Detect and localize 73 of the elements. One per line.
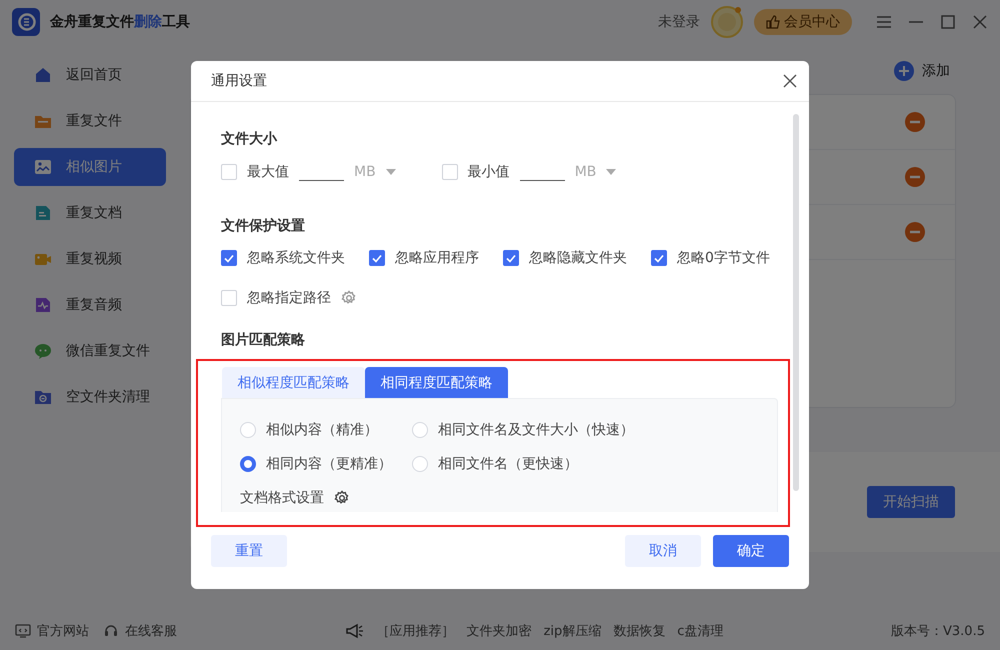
unit-text: MB <box>354 164 376 180</box>
version-text: 版本号：V3.0.5 <box>891 623 985 640</box>
sidebar-item[interactable]: 重复音频 <box>14 286 166 324</box>
option-label: 相同文件名（更快速） <box>438 455 578 473</box>
limit-label: 最大值 <box>247 162 289 180</box>
document-icon <box>34 204 52 222</box>
sidebar-item[interactable]: 重复文档 <box>14 194 166 232</box>
reset-button[interactable]: 重置 <box>211 534 287 566</box>
option-label: 忽略0字节文件 <box>677 249 770 267</box>
option-label: 忽略系统文件夹 <box>247 249 345 267</box>
strategy-tab[interactable]: 相同程度匹配策略 <box>365 367 508 398</box>
sidebar-item[interactable]: 相似图片 <box>14 148 166 186</box>
login-status[interactable]: 未登录 <box>658 13 700 31</box>
footer-link[interactable]: 官方网站 <box>37 622 89 640</box>
cancel-button[interactable]: 取消 <box>625 534 701 566</box>
scrollbar[interactable] <box>793 114 799 491</box>
section-heading: 文件保护设置 <box>221 217 306 235</box>
option-label: 相似内容（精准） <box>266 421 378 439</box>
option-label: 忽略应用程序 <box>395 249 479 267</box>
checkbox[interactable] <box>651 250 667 266</box>
sidebar-item[interactable]: 重复文件 <box>14 102 166 140</box>
sidebar-item[interactable]: 空文件夹清理 <box>14 378 166 416</box>
avatar-icon <box>710 5 744 39</box>
confirm-button[interactable]: 确定 <box>713 534 789 566</box>
empty-folder-icon <box>34 388 52 406</box>
format-settings-label: 文档格式设置 <box>240 489 324 507</box>
dropdown-caret-icon[interactable] <box>386 168 396 174</box>
sidebar-item[interactable]: 返回首页 <box>14 56 166 94</box>
promo-label: ［应用推荐］ <box>376 623 455 640</box>
limit-label: 最小值 <box>468 162 510 180</box>
radio-button[interactable] <box>240 456 256 472</box>
app-logo-icon <box>12 8 40 36</box>
dialog-title: 通用设置 <box>211 72 268 90</box>
checkbox[interactable] <box>369 250 385 266</box>
chat-bubble-icon <box>34 342 52 360</box>
maximize-icon[interactable] <box>940 14 956 30</box>
thumbs-up-icon <box>766 15 780 29</box>
section-heading: 文件大小 <box>221 130 278 148</box>
promo-link[interactable]: c盘清理 <box>677 622 724 640</box>
dropdown-caret-icon[interactable] <box>606 168 616 174</box>
option-label: 忽略隐藏文件夹 <box>529 249 627 267</box>
vip-center-button[interactable]: 会员中心 <box>754 9 852 35</box>
sidebar-item[interactable]: 重复视频 <box>14 240 166 278</box>
footer-link[interactable]: 在线客服 <box>125 622 177 640</box>
promo-link[interactable]: 数据恢复 <box>613 622 666 640</box>
audio-wave-icon <box>34 296 52 314</box>
promo-link[interactable]: 文件夹加密 <box>466 622 532 640</box>
remove-icon[interactable] <box>905 222 925 242</box>
unit-text: MB <box>574 164 596 180</box>
headset-icon <box>103 623 119 639</box>
checkbox[interactable] <box>221 250 237 266</box>
add-button[interactable]: 添加 <box>894 61 950 81</box>
close-icon[interactable] <box>783 74 797 88</box>
remove-icon[interactable] <box>905 112 925 132</box>
checkbox[interactable] <box>503 250 519 266</box>
settings-icon[interactable] <box>334 490 350 506</box>
home-icon <box>34 66 52 84</box>
promo-link[interactable]: zip解压缩 <box>544 622 602 640</box>
sidebar-item[interactable]: 微信重复文件 <box>14 332 166 370</box>
plus-circle-icon <box>894 61 914 81</box>
remove-icon[interactable] <box>905 167 925 187</box>
section-heading: 图片匹配策略 <box>221 331 306 349</box>
strategy-tab[interactable]: 相似程度匹配策略 <box>222 367 365 398</box>
menu-icon[interactable] <box>876 14 892 30</box>
image-icon <box>34 158 52 176</box>
option-label: 忽略指定路径 <box>247 289 331 307</box>
option-label: 相同文件名及文件大小（快速） <box>438 421 634 439</box>
close-icon[interactable] <box>972 14 988 30</box>
monitor-icon <box>15 623 31 639</box>
start-scan-button[interactable]: 开始扫描 <box>867 486 955 518</box>
option-label: 相同内容（更精准） <box>266 455 392 473</box>
app-title: 金舟重复文件删除工具 <box>50 13 190 31</box>
megaphone-icon <box>344 623 365 639</box>
